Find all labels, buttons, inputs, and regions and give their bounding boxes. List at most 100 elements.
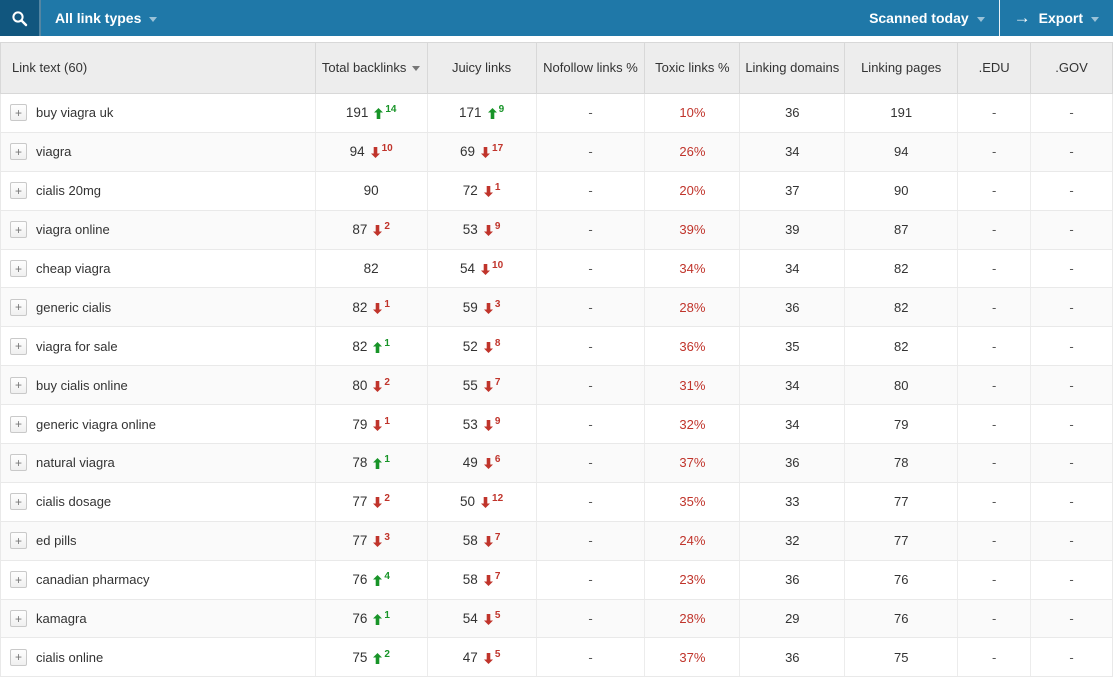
decrease-arrow-icon (484, 653, 493, 664)
metric-value: 52 (463, 339, 478, 354)
link-text: cialis dosage (36, 494, 111, 509)
column-header-edu[interactable]: .EDU (958, 43, 1031, 93)
linking-pages-cell: 78 (845, 444, 958, 482)
expand-row-button[interactable]: + (10, 338, 27, 355)
metric-delta: 8 (495, 339, 501, 349)
metric-change: 2 (373, 495, 390, 508)
metric-delta: 2 (384, 650, 390, 660)
expand-row-button[interactable]: + (10, 299, 27, 316)
juicy-links-cell: 6917 (428, 133, 537, 171)
metric-value: 171 (459, 105, 482, 120)
cell-value: - (992, 611, 996, 626)
cell-value: 35% (679, 494, 705, 509)
juicy-links-cell: 557 (428, 366, 537, 404)
nofollow-links-cell: - (537, 600, 646, 638)
edu-cell: - (958, 483, 1031, 521)
metric-change: 1 (373, 301, 390, 314)
metric-change: 3 (373, 534, 390, 547)
column-label: Toxic links % (655, 59, 729, 77)
column-label: Juicy links (452, 59, 511, 77)
edu-cell: - (958, 405, 1031, 443)
metric-delta: 5 (495, 650, 501, 660)
cell-value: - (588, 494, 592, 509)
cell-value: 37% (679, 650, 705, 665)
decrease-arrow-icon (373, 225, 382, 236)
total-backlinks-cell: 90 (316, 172, 428, 210)
search-button[interactable] (0, 0, 41, 36)
column-header-juicy-links[interactable]: Juicy links (428, 43, 537, 93)
column-header-gov[interactable]: .GOV (1031, 43, 1112, 93)
metric-delta: 7 (495, 533, 501, 543)
linking-pages-cell: 87 (845, 211, 958, 249)
decrease-arrow-icon (484, 614, 493, 625)
metric-change: 7 (484, 379, 501, 392)
linking-domains-cell: 39 (740, 211, 845, 249)
decrease-arrow-icon (484, 536, 493, 547)
cell-value: - (588, 300, 592, 315)
link-text: viagra online (36, 222, 110, 237)
chevron-down-icon (1091, 17, 1099, 22)
juicy-links-cell: 52 8 (428, 327, 537, 365)
gov-cell: - (1031, 366, 1112, 404)
gov-cell: - (1031, 288, 1112, 326)
nofollow-links-cell: - (537, 638, 646, 676)
cell-value: - (992, 455, 996, 470)
expand-row-button[interactable]: + (10, 610, 27, 627)
expand-row-button[interactable]: + (10, 454, 27, 471)
table-row: +buy cialis online802557-31%3480-- (1, 366, 1112, 405)
toxic-links-cell: 28% (645, 288, 740, 326)
column-label: .EDU (979, 59, 1010, 77)
cell-value: - (992, 144, 996, 159)
column-header-nofollow-links[interactable]: Nofollow links % (537, 43, 646, 93)
nofollow-links-cell: - (537, 133, 646, 171)
toxic-links-cell: 10% (645, 94, 740, 132)
scan-status-dropdown[interactable]: Scanned today (855, 0, 999, 36)
cell-value: - (1069, 611, 1073, 626)
linking-domains-cell: 36 (740, 288, 845, 326)
column-header-linking-domains[interactable]: Linking domains (740, 43, 845, 93)
increase-arrow-icon (373, 342, 382, 353)
export-dropdown[interactable]: → Export (1000, 0, 1113, 36)
juicy-links-cell: 587 (428, 522, 537, 560)
cell-value: - (1069, 494, 1073, 509)
column-label: Total backlinks (322, 59, 407, 77)
decrease-arrow-icon (371, 147, 380, 158)
table-row: +cheap viagra825410-34%3482-- (1, 250, 1112, 289)
column-header-link-text[interactable]: Link text (60) (1, 43, 316, 93)
link-type-filter-dropdown[interactable]: All link types (41, 0, 171, 36)
column-header-linking-pages[interactable]: Linking pages (845, 43, 958, 93)
expand-row-button[interactable]: + (10, 416, 27, 433)
increase-arrow-icon (373, 653, 382, 664)
expand-row-button[interactable]: + (10, 377, 27, 394)
linking-domains-cell: 33 (740, 483, 845, 521)
metric-value: 53 (463, 417, 478, 432)
metric-delta: 3 (495, 300, 501, 310)
metric-value: 94 (350, 144, 365, 159)
column-header-total-backlinks[interactable]: Total backlinks (316, 43, 428, 93)
increase-arrow-icon (488, 108, 497, 119)
metric-delta: 1 (384, 611, 390, 621)
expand-row-button[interactable]: + (10, 532, 27, 549)
metric-change: 7 (484, 573, 501, 586)
linking-pages-cell: 90 (845, 172, 958, 210)
linking-domains-cell: 36 (740, 94, 845, 132)
cell-value: 82 (894, 261, 908, 276)
cell-value: - (588, 339, 592, 354)
linking-domains-cell: 37 (740, 172, 845, 210)
cell-value: - (588, 378, 592, 393)
linking-pages-cell: 76 (845, 561, 958, 599)
expand-row-button[interactable]: + (10, 571, 27, 588)
table-row: +cialis dosage7725012-35%3377-- (1, 483, 1112, 522)
expand-row-button[interactable]: + (10, 143, 27, 160)
column-header-toxic-links[interactable]: Toxic links % (645, 43, 740, 93)
expand-row-button[interactable]: + (10, 493, 27, 510)
expand-row-button[interactable]: + (10, 260, 27, 277)
expand-row-button[interactable]: + (10, 182, 27, 199)
expand-row-button[interactable]: + (10, 104, 27, 121)
gov-cell: - (1031, 133, 1112, 171)
metric-change: 9 (484, 418, 501, 431)
link-text-cell: +buy cialis online (1, 366, 316, 404)
gov-cell: - (1031, 327, 1112, 365)
expand-row-button[interactable]: + (10, 649, 27, 666)
expand-row-button[interactable]: + (10, 221, 27, 238)
